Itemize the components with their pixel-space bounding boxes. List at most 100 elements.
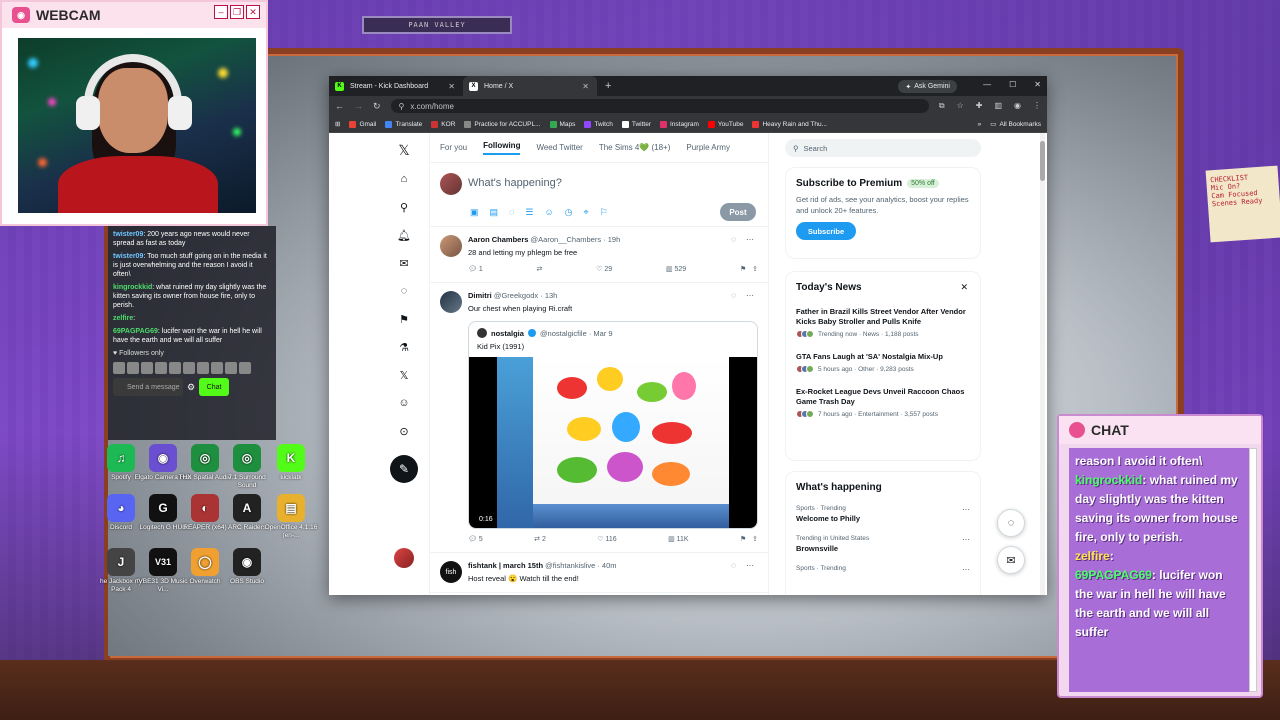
new-tab-icon[interactable]: + [605,80,611,92]
more-icon[interactable]: ⋯ [746,561,754,570]
news-item[interactable]: Ex-Rocket League Devs Unveil Raccoon Cha… [796,387,970,418]
all-bookmarks-button[interactable]: ▭ All Bookmarks [990,120,1041,129]
more-icon[interactable]: ⋯ [962,505,970,514]
trend-item[interactable]: Sports · Trending ⋯ [796,565,970,574]
site-info-icon[interactable]: ⚲ [399,102,405,111]
emote[interactable] [127,362,139,374]
timeline-tab[interactable]: Following [483,141,521,155]
chat-username[interactable]: twister09 [113,231,143,238]
menu-icon[interactable]: ⋮ [1033,101,1041,111]
address-bar[interactable]: ⚲ x.com/home [390,99,929,113]
chat-scrollbar[interactable] [1249,448,1257,692]
grok-icon[interactable]: ◌ [731,561,736,570]
like-button[interactable]: ♡ 29 [596,265,612,273]
desktop-icon[interactable]: ◉ OBS Studio [218,548,276,586]
search-icon[interactable]: ⚲ [395,198,413,216]
account-avatar[interactable] [394,548,414,568]
reply-button[interactable]: 💬︎ 5 [468,535,483,543]
more-bookmarks-icon[interactable]: » [978,121,982,128]
close-icon[interactable]: ✕ [1034,80,1041,89]
poll-icon[interactable]: ☰ [525,207,533,218]
post-button[interactable]: Post [720,203,756,221]
desktop-icon[interactable]: ▤ OpenOffice 4.1.16 (en-... [262,494,320,540]
chat-username[interactable]: twister09 [113,253,143,260]
emote[interactable] [225,362,237,374]
emote[interactable] [155,362,167,374]
tweet[interactable]: Aaron Chambers @Aaron__Chambers · 19h 28… [430,227,768,283]
bookmark-item[interactable]: Twitch [584,120,613,128]
desktop-icon[interactable]: Kkicklatk [262,444,320,482]
browser-tab[interactable]: K Stream - Kick Dashboard ✕ [329,76,463,96]
location-icon[interactable]: ⌖ [584,207,589,218]
bookmark-item[interactable]: KOR [431,120,455,128]
forward-icon[interactable]: → [354,101,363,111]
chat-username[interactable]: kingrockkid [113,284,152,291]
tweet-author[interactable]: fishtank | march 15th [468,561,543,570]
grok-icon[interactable]: ◌ [731,235,736,244]
chat-username[interactable]: zelfire [113,315,133,322]
tweet[interactable]: Dimitri @Greekgodx · 13h Our chest when … [430,283,768,553]
emote[interactable] [183,362,195,374]
bookmark-item[interactable]: Maps [549,120,575,128]
messages-icon[interactable]: ✉ [395,254,413,272]
reply-button[interactable]: 💬︎ 1 [468,265,483,273]
views-button[interactable]: ▥ 11K [668,535,689,543]
more-icon[interactable]: ⊙ [395,422,413,440]
media-icon[interactable]: ▣ [470,207,479,218]
timeline-tab[interactable]: Weed Twitter [536,143,582,152]
quoted-tweet[interactable]: nostalgia @nostalgicfile · Mar 9 Kid Pix… [468,321,758,529]
views-button[interactable]: ▥ 529 [666,265,686,273]
emote[interactable] [211,362,223,374]
tweet-author[interactable]: Dimitri [468,291,492,300]
emote[interactable] [141,362,153,374]
tweet[interactable]: fish fishtank | march 15th @fishtankisli… [430,553,768,593]
gif-icon[interactable]: ▤ [490,207,499,218]
timeline-tab[interactable]: Purple Army [686,143,730,152]
post-compose-button[interactable]: ✎ [390,455,418,483]
bookmark-item[interactable]: YouTube [707,120,743,128]
tweet-avatar[interactable] [440,291,462,313]
more-icon[interactable]: ⋯ [962,565,970,574]
trend-item[interactable]: Sports · Trending Welcome to Philly ⋯ [796,505,970,523]
retweet-button[interactable]: ⇄ [537,265,543,273]
home-icon[interactable]: ⌂ [395,170,413,188]
video-player[interactable]: 0:16 [469,357,757,528]
bookmark-item[interactable]: Gmail [349,120,376,128]
emote[interactable] [197,362,209,374]
scrollbar-thumb[interactable] [1040,141,1045,181]
subscribe-button[interactable]: Subscribe [796,222,856,240]
more-icon[interactable]: ⋯ [746,291,754,300]
ask-gemini-button[interactable]: ✦ Ask Gemini [898,80,957,93]
grok-icon[interactable]: ◌ [731,291,736,300]
flag-icon[interactable]: ⚐ [600,207,608,218]
like-button[interactable]: ♡ 116 [597,535,616,543]
sidepanel-icon[interactable]: ▥ [994,101,1002,111]
timeline-tab[interactable]: The Sims 4💚 (18+) [599,143,671,152]
bookmark-item[interactable]: Practice for ACCUPL... [464,120,541,128]
emote[interactable] [169,362,181,374]
chat-username[interactable]: 69PAGPAG69 [113,328,158,335]
reload-icon[interactable]: ↻ [373,101,381,112]
emote-bar[interactable] [113,362,271,374]
messages-float-icon[interactable]: ✉ [997,546,1025,574]
bookmark-button[interactable]: ⚑ ⇪ [740,265,758,273]
x-logo-icon[interactable]: 𝕏 [395,141,413,159]
tab-close-icon[interactable]: ✕ [582,82,589,91]
bookmark-star-icon[interactable]: ☆ [957,101,964,111]
schedule-icon[interactable]: ◷ [565,207,573,218]
grok-float-icon[interactable]: ◌ [997,509,1025,537]
chat-send-button[interactable]: Chat [199,378,230,396]
tweet-avatar[interactable] [440,235,462,257]
profile-icon[interactable]: ◉ [1014,101,1021,111]
bookmark-item[interactable]: Translate [385,120,422,128]
compose-input[interactable]: What's happening? [468,177,562,189]
retweet-button[interactable]: ⇄ 2 [534,535,546,543]
browser-tab[interactable]: X Home / X ✕ [463,76,597,96]
trend-item[interactable]: Trending in United States Brownsville ⋯ [796,535,970,553]
premium-x-icon[interactable]: 𝕏 [395,366,413,384]
close-icon[interactable]: ✕ [960,282,968,293]
tweet-author[interactable]: Aaron Chambers [468,235,528,244]
bookmark-item[interactable]: Heavy Rain and Thu... [752,120,827,128]
search-input[interactable]: ⚲ Search [785,139,981,157]
emoji-icon[interactable]: ☺ [544,207,553,218]
